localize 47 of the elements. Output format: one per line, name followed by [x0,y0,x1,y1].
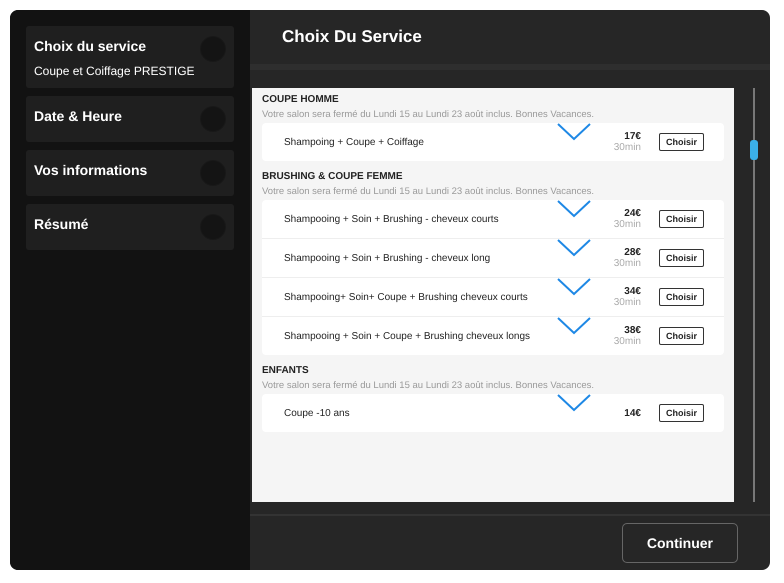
service-duration: 30min [614,219,641,230]
service-price: 34€ [624,286,641,297]
service-price: 38€ [624,325,641,336]
service-price: 28€ [624,247,641,258]
closure-notice: Votre salon sera fermé du Lundi 15 au Lundi 23 août inclus. Bonnes Vacances. [262,380,596,391]
chevron-down-icon[interactable] [556,123,591,141]
chevron-down-icon[interactable] [556,200,591,218]
choose-button[interactable]: Choisir [658,210,704,228]
scrollbar[interactable] [750,88,758,502]
chevron-down-icon[interactable] [556,239,591,257]
step-title: Vos informations [34,161,148,180]
choose-button[interactable]: Choisir [658,327,704,345]
service-price: 14€ [624,408,641,418]
chevron-down-icon[interactable] [556,394,591,412]
closure-notice: Votre salon sera fermé du Lundi 15 au Lundi 23 août inclus. Bonnes Vacances. [262,109,596,120]
service-price: 17€ [624,131,641,142]
choose-button[interactable]: Choisir [658,249,704,267]
choose-button[interactable]: Choisir [658,133,704,151]
section-title: BRUSHING & COUPE FEMME [262,170,404,184]
step-item[interactable]: Date & Heure [26,96,234,142]
chevron-down-icon[interactable] [556,317,591,335]
step-title: Résumé [34,215,88,234]
service-name: Shampooing + Soin + Brushing - cheveux long [284,252,492,264]
choose-button[interactable]: Choisir [658,404,704,422]
service-price: 24€ [624,208,641,219]
service-duration: 30min [614,336,641,347]
closure-notice: Votre salon sera fermé du Lundi 15 au Lundi 23 août inclus. Bonnes Vacances. [262,186,596,197]
section-title: ENFANTS [262,364,310,378]
step-title: Choix du service [34,37,148,56]
service-name: Shampoing + Coupe + Coiffage [284,136,425,148]
service-name: Shampooing + Soin + Coupe + Brushing cheveux longs [284,330,532,342]
step-detail: Coupe et Coiffage PRESTIGE [34,64,195,78]
chevron-down-icon[interactable] [556,278,591,296]
step-item[interactable]: Résumé [26,204,234,250]
page-title: Choix Du Service [282,27,422,47]
step-title: Date & Heure [34,107,122,126]
service-duration: 30min [614,142,641,153]
service-duration: 30min [614,297,641,308]
continue-button[interactable]: Continuer [622,523,738,563]
step-item[interactable]: Vos informations [26,150,234,196]
service-name: Coupe -10 ans [284,408,351,418]
section-title: COUPE HOMME [262,93,340,107]
service-name: Shampooing + Soin + Brushing - cheveux courts [284,214,500,224]
service-duration: 30min [614,258,641,269]
choose-button[interactable]: Choisir [658,288,704,306]
step-item[interactable]: Choix du service Coupe et Coiffage PRESTIGE [26,26,234,88]
service-name: Shampooing+ Soin+ Coupe + Brushing cheveux courts [284,292,529,302]
